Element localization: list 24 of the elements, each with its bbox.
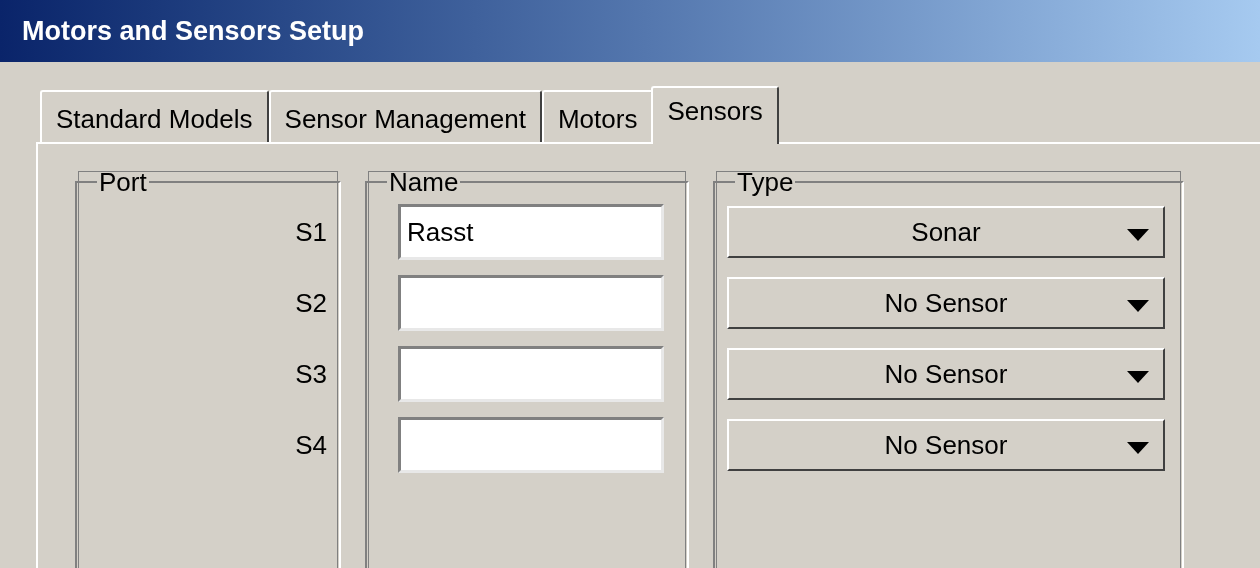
- name-field[interactable]: [398, 417, 664, 473]
- name-field[interactable]: [398, 346, 664, 402]
- name-field[interactable]: [398, 275, 664, 331]
- dropdown-arrow-icon: [1127, 371, 1149, 383]
- group-label: Port: [98, 168, 148, 196]
- type-dropdown[interactable]: Sonar: [727, 206, 1165, 258]
- window-title: Motors and Sensors Setup: [22, 14, 365, 48]
- type-dropdown[interactable]: No Sensor: [727, 348, 1165, 400]
- port-label: S4: [295, 428, 327, 462]
- port-label: S2: [295, 286, 327, 320]
- group-label: Type: [736, 168, 795, 196]
- tab[interactable]: Sensor Management: [268, 90, 542, 142]
- tab[interactable]: Standard Models: [40, 90, 269, 142]
- type-dropdown[interactable]: No Sensor: [727, 419, 1165, 471]
- tab[interactable]: Motors: [541, 90, 654, 142]
- port-label: S1: [295, 215, 327, 249]
- tab[interactable]: Sensors: [651, 86, 779, 144]
- dropdown-arrow-icon: [1127, 229, 1149, 241]
- name-field[interactable]: Rasst: [398, 204, 664, 260]
- dropdown-arrow-icon: [1127, 300, 1149, 312]
- type-dropdown[interactable]: No Sensor: [727, 277, 1165, 329]
- dropdown-arrow-icon: [1127, 442, 1149, 454]
- group-label: Name: [388, 168, 460, 196]
- port-label: S3: [295, 357, 327, 391]
